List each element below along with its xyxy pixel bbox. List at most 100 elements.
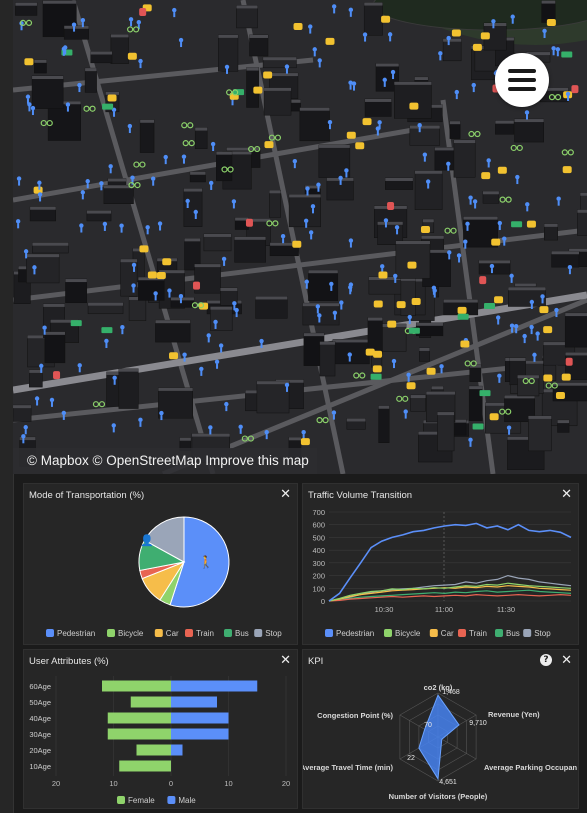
pedestrian-icon <box>178 293 184 299</box>
building <box>269 190 281 218</box>
building-roof <box>483 22 507 26</box>
pedestrian-icon <box>316 182 321 187</box>
stop-icon: 👤 <box>140 534 154 547</box>
panel-title: Mode of Transportation (%) <box>29 490 145 501</box>
building <box>577 209 587 236</box>
train-icon <box>139 7 147 16</box>
building-roof <box>249 34 269 38</box>
car-icon <box>264 141 274 149</box>
pedestrian-icon <box>522 333 527 339</box>
bar-male <box>171 680 258 692</box>
pedestrian-icon <box>497 220 503 226</box>
car-icon <box>292 240 302 248</box>
building-roof <box>32 75 64 79</box>
category-label: 30Age <box>29 730 51 739</box>
pedestrian-icon <box>327 119 333 125</box>
building <box>414 170 443 210</box>
category-label: 20Age <box>29 746 51 755</box>
car-icon <box>409 102 419 110</box>
building-roof <box>90 51 113 55</box>
building-roof <box>118 368 139 372</box>
pedestrian-icon <box>77 363 82 368</box>
map-view[interactable] <box>13 0 587 474</box>
train-icon <box>245 218 253 227</box>
close-icon[interactable]: ✕ <box>280 653 291 668</box>
pedestrian-icon <box>565 91 571 97</box>
car-icon <box>555 392 565 400</box>
building-roof <box>246 67 259 71</box>
legend-label-female: Female <box>128 796 155 805</box>
x-tick-label: 10 <box>224 779 232 788</box>
building <box>255 296 288 319</box>
pedestrian-icon <box>80 17 86 23</box>
building <box>31 75 64 109</box>
building-roof <box>264 87 292 91</box>
building-roof <box>236 5 258 9</box>
left-sidebar-strip <box>0 0 14 813</box>
y-tick-label: 300 <box>312 559 325 568</box>
legend-label-pedestrian: Pedestrian <box>336 629 374 638</box>
pedestrian-icon <box>329 281 334 287</box>
bus-icon <box>408 327 420 334</box>
building-roof <box>431 386 444 390</box>
pedestrian-icon <box>438 51 443 56</box>
pedestrian-icon <box>80 190 86 195</box>
building-roof <box>183 188 203 192</box>
pedestrian-icon <box>163 154 168 160</box>
pedestrian-icon <box>292 158 298 164</box>
building-roof <box>482 191 499 195</box>
building-roof <box>216 151 232 155</box>
mapbox-link[interactable]: © Mapbox <box>27 453 89 468</box>
building-roof <box>44 331 65 335</box>
train-icon <box>479 276 487 285</box>
close-icon[interactable]: ✕ <box>561 653 572 668</box>
building <box>65 278 88 304</box>
pedestrian-icon <box>138 417 143 423</box>
pedestrian-icon <box>119 223 124 228</box>
building-roof <box>332 339 370 343</box>
pedestrian-icon <box>21 434 26 439</box>
user-attributes-panel: 20 10 0 10 20 60Age 50Age 40Age 30Age 20Age 10Age F… <box>23 649 298 809</box>
building-roof <box>395 241 430 245</box>
pedestrian-icon <box>49 397 55 403</box>
traffic-volume-panel: 0 100 200 300 400 500 600 700 10:30 11:00 11:30 Ped… <box>302 483 579 645</box>
legend-swatch-male <box>167 796 176 804</box>
car-icon <box>406 382 416 390</box>
pedestrian-icon <box>231 199 237 204</box>
pedestrian-icon <box>446 161 451 166</box>
pedestrian-icon <box>529 299 535 305</box>
radar-value-label: 1,468 <box>442 689 460 696</box>
menu-icon-line <box>508 87 536 91</box>
car-icon <box>387 320 397 328</box>
pedestrian-icon <box>567 264 573 270</box>
pedestrian-icon <box>344 168 349 173</box>
bar-male <box>171 696 217 708</box>
openstreetmap-link[interactable]: © OpenStreetMap <box>93 453 202 468</box>
menu-button[interactable] <box>495 53 549 107</box>
pedestrian-icon <box>465 221 470 227</box>
series-line-train <box>328 593 572 602</box>
close-icon[interactable]: ✕ <box>280 487 291 502</box>
pedestrian-icon <box>16 176 22 181</box>
building-roof <box>443 299 478 303</box>
car-icon <box>253 86 263 94</box>
radar-area <box>418 694 460 781</box>
building-roof <box>32 242 69 246</box>
building-roof <box>30 206 56 210</box>
improve-map-link[interactable]: Improve this map <box>205 453 309 468</box>
train-icon <box>387 202 395 211</box>
help-icon[interactable]: ? <box>540 654 552 666</box>
building-roof <box>234 236 266 240</box>
legend-swatch-pedestrian <box>46 629 54 637</box>
pedestrian-icon <box>390 69 396 75</box>
pedestrian-icon <box>182 352 187 357</box>
building-roof <box>367 317 383 321</box>
car-icon <box>480 32 490 40</box>
building-roof <box>120 259 138 263</box>
close-icon[interactable]: ✕ <box>561 487 572 502</box>
pedestrian-icon <box>472 199 478 204</box>
legend-label-stop: Stop <box>534 629 551 638</box>
pedestrian-icon <box>280 234 286 239</box>
building-roof <box>443 38 462 42</box>
car-icon <box>263 71 273 79</box>
